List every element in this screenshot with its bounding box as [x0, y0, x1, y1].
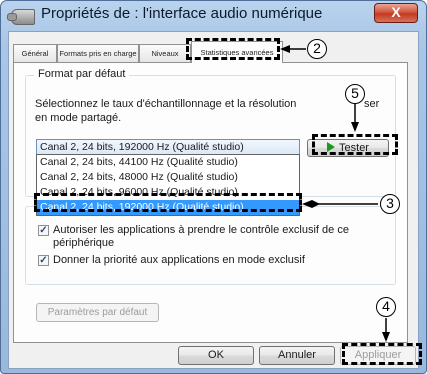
callout-number-3: 3 — [380, 194, 400, 214]
callout-number-2: 2 — [307, 39, 327, 59]
callout-number-4: 4 — [376, 297, 396, 317]
test-button-highlight — [312, 134, 398, 155]
advanced-tab-highlight — [186, 38, 280, 60]
selected-format-highlight — [34, 193, 302, 212]
apply-button-highlight — [342, 343, 422, 365]
callout-number-5: 5 — [345, 84, 365, 104]
